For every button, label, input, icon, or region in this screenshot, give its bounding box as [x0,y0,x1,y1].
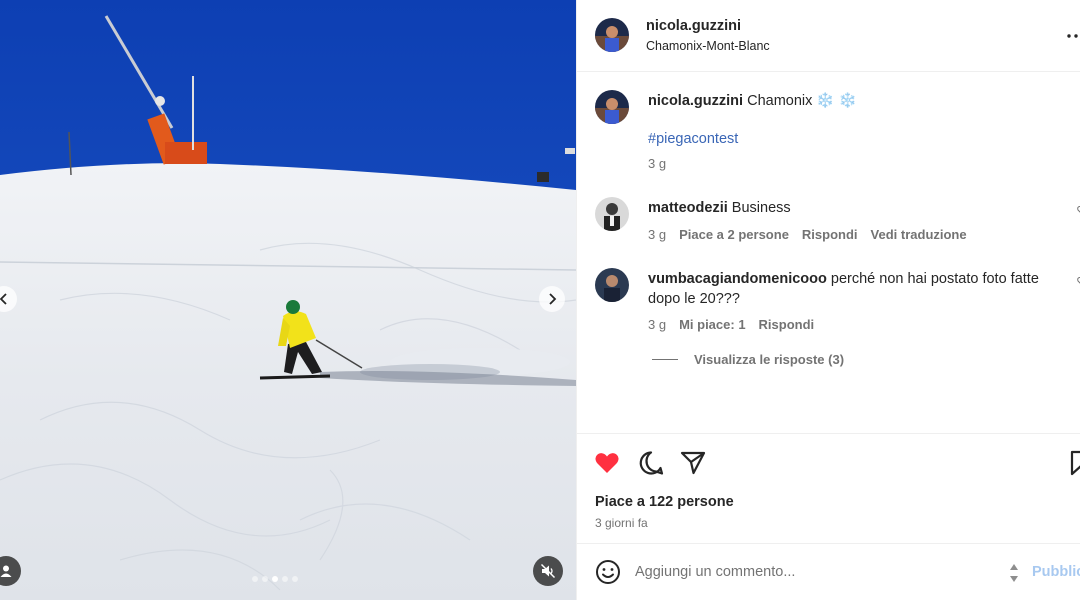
comment-icon[interactable] [637,449,665,477]
comment-time: 3 g [648,227,667,242]
caption-text-line: nicola.guzzini Chamonix ❄️ ❄️ [648,91,857,111]
publish-button[interactable]: Pubblica [1032,564,1080,580]
commenter-avatar[interactable] [595,197,629,231]
author-avatar[interactable] [595,18,629,52]
bookmark-icon[interactable] [1067,449,1080,477]
post-actions: Piace a 122 persone 3 giorni fa [577,433,1080,543]
author-username[interactable]: nicola.guzzini [646,18,741,34]
post-location[interactable]: Chamonix-Mont-Blanc [646,39,770,53]
comment-username[interactable]: vumbacagiandomenicooo [648,271,827,287]
chevron-left-icon [0,293,7,305]
carousel-dot [272,576,278,582]
more-icon[interactable] [1066,26,1080,46]
share-icon[interactable] [679,449,707,477]
user-tag-icon [0,565,12,577]
post-side-panel: nicola.guzzini Chamonix-Mont-Blanc nicol… [576,0,1080,600]
view-replies-button[interactable]: Visualizza le risposte (3) [652,352,844,367]
comment-text: Business [731,200,791,216]
carousel-dot [252,576,258,582]
likes-count[interactable]: Piace a 122 persone [595,494,734,510]
carousel-dot [282,576,288,582]
caption-avatar[interactable] [595,90,629,124]
mute-icon [540,563,556,579]
resize-arrows-icon [1010,564,1018,582]
mute-button[interactable] [533,556,563,586]
emoji-icon[interactable] [595,559,621,585]
post-header: nicola.guzzini Chamonix-Mont-Blanc [577,0,1080,72]
post-media[interactable] [0,0,576,600]
reply-button[interactable]: Rispondi [802,227,858,242]
comment-time: 3 g [648,317,667,332]
caption-hashtag[interactable]: #piegacontest [648,131,738,147]
replies-divider [652,359,678,360]
comment-input[interactable] [635,560,995,584]
heart-icon[interactable] [593,449,621,477]
caption-username[interactable]: nicola.guzzini [648,93,743,109]
post-timestamp[interactable]: 3 giorni fa [595,516,648,530]
comment-username[interactable]: matteodezii [648,200,728,216]
carousel-dot [292,576,298,582]
commenter-avatar[interactable] [595,268,629,302]
comment-form: Pubblica [577,543,1080,600]
post-photo [0,0,576,600]
view-replies-label: Visualizza le risposte (3) [694,352,845,367]
next-image-button[interactable] [539,286,565,312]
carousel-indicator [252,576,298,582]
caption-text: Chamonix ❄️ ❄️ [747,93,857,109]
caption-time: 3 g [648,156,667,171]
comment-likes-link[interactable]: Mi piace: 1 [679,317,745,332]
chevron-right-icon [549,293,557,305]
reply-button[interactable]: Rispondi [759,317,815,332]
carousel-dot [262,576,268,582]
comment-likes-link[interactable]: Piace a 2 persone [679,227,789,242]
translate-button[interactable]: Vedi traduzione [871,227,967,242]
